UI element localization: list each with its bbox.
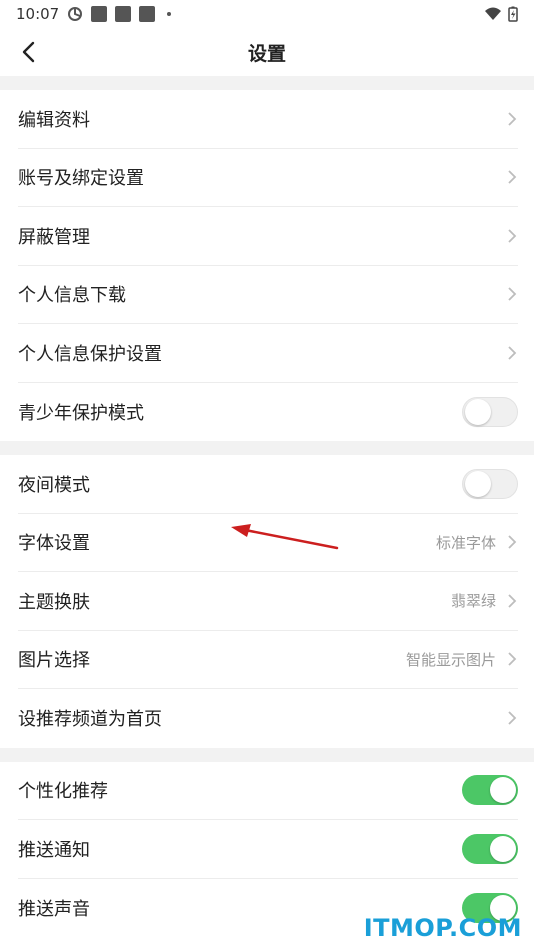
- section-divider: [0, 747, 534, 762]
- settings-item-label: 推送通知: [18, 839, 90, 861]
- personalized-toggle[interactable]: [462, 775, 518, 806]
- chevron-right-icon: [508, 112, 517, 126]
- settings-item-info-download[interactable]: 个人信息下载: [18, 266, 518, 324]
- settings-group-account: 编辑资料 账号及绑定设置 屏蔽管理 个人信息下载 个人信息保护设置 青少年保护模…: [0, 90, 534, 441]
- settings-item-label: 青少年保护模式: [18, 402, 144, 424]
- settings-item-personalized: 个性化推荐: [18, 762, 518, 820]
- toggle-knob: [465, 398, 491, 425]
- settings-item-value: 翡翠绿: [450, 592, 496, 611]
- watermark: ITMOP.COM: [363, 914, 522, 942]
- settings-item-label: 个人信息下载: [18, 285, 126, 307]
- notification-icon: [91, 6, 108, 22]
- settings-item-label: 夜间模式: [18, 474, 90, 496]
- back-button[interactable]: [14, 38, 42, 66]
- settings-group-push: 个性化推荐 推送通知 推送声音: [0, 761, 534, 937]
- settings-item-label: 编辑资料: [18, 109, 90, 131]
- page-title: 设置: [247, 42, 286, 65]
- chevron-right-icon: [508, 711, 517, 725]
- section-divider: [0, 441, 534, 455]
- status-right: [484, 6, 518, 22]
- settings-item-label: 个人信息保护设置: [18, 343, 162, 365]
- settings-item-block-management[interactable]: 屏蔽管理: [18, 207, 518, 266]
- wifi-icon: [485, 7, 501, 20]
- settings-item-push-notify: 推送通知: [18, 820, 518, 879]
- settings-item-youth-mode: 青少年保护模式: [18, 383, 518, 442]
- battery-icon: [508, 6, 518, 22]
- push-notify-toggle[interactable]: [462, 833, 518, 864]
- settings-item-night-mode: 夜间模式: [18, 455, 518, 514]
- chevron-right-icon: [508, 170, 517, 184]
- settings-item-account-binding[interactable]: 账号及绑定设置: [18, 149, 518, 207]
- settings-item-label: 图片选择: [18, 650, 90, 672]
- status-time: 10:07: [16, 5, 60, 23]
- settings-item-label: 账号及绑定设置: [18, 168, 144, 190]
- status-left: 10:07: [16, 5, 172, 23]
- notification-icon: [115, 6, 132, 22]
- notification-icon: [139, 6, 156, 22]
- settings-item-theme[interactable]: 主题换肤 翡翠绿: [18, 572, 518, 631]
- settings-group-display: 夜间模式 字体设置 标准字体 主题换肤 翡翠绿 图片选择 智能显示图片 设推荐频…: [0, 455, 534, 748]
- toggle-knob: [465, 470, 491, 497]
- youth-mode-toggle[interactable]: [462, 396, 518, 427]
- settings-item-info-protection[interactable]: 个人信息保护设置: [18, 324, 518, 383]
- annotation-arrow-icon: [231, 524, 339, 550]
- status-bar: 10:07: [0, 0, 534, 28]
- settings-item-image-mode[interactable]: 图片选择 智能显示图片: [18, 631, 518, 689]
- settings-item-home-channel[interactable]: 设推荐频道为首页: [18, 689, 518, 748]
- toggle-knob: [490, 777, 516, 804]
- chevron-right-icon: [508, 535, 517, 549]
- settings-item-label: 字体设置: [18, 533, 90, 555]
- header: 设置: [0, 28, 534, 76]
- night-mode-toggle[interactable]: [462, 468, 518, 499]
- chevron-right-icon: [508, 229, 517, 243]
- toggle-knob: [490, 835, 516, 862]
- settings-item-value: 标准字体: [435, 533, 496, 552]
- settings-item-label: 个性化推荐: [18, 781, 108, 803]
- chevron-right-icon: [508, 287, 517, 301]
- settings-item-label: 主题换肤: [18, 591, 90, 613]
- chevron-right-icon: [508, 346, 517, 360]
- chevron-right-icon: [508, 652, 517, 666]
- section-divider: [0, 76, 534, 90]
- back-arrow-icon: [22, 41, 35, 63]
- more-notifications-icon: [167, 12, 172, 16]
- settings-item-value: 智能显示图片: [405, 650, 496, 669]
- settings-item-label: 推送声音: [18, 898, 90, 920]
- settings-item-edit-profile[interactable]: 编辑资料: [18, 90, 518, 149]
- chevron-right-icon: [508, 594, 517, 608]
- settings-item-label: 设推荐频道为首页: [18, 709, 162, 731]
- settings-item-label: 屏蔽管理: [18, 226, 90, 248]
- sync-icon: [68, 7, 83, 21]
